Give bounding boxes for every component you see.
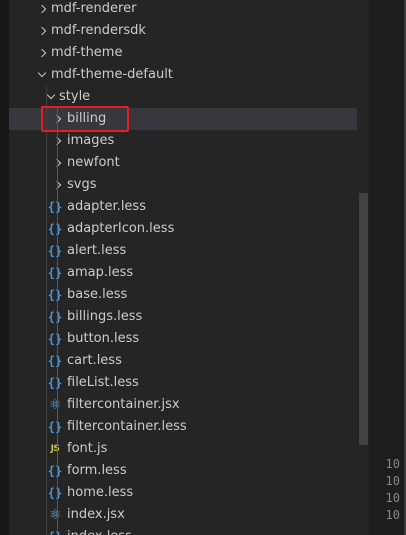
jsx-file-icon: ⚛ — [48, 397, 62, 413]
tree-item-label: base.less — [67, 287, 128, 302]
less-file-icon: {} — [47, 376, 63, 390]
tree-item-label: mdf-rendersdk — [51, 23, 146, 38]
chevron-down-icon[interactable] — [37, 64, 49, 86]
line-number: 10 — [385, 491, 400, 505]
tree-file[interactable]: {} amap.less — [9, 262, 369, 284]
tree-folder-newfont[interactable]: newfont — [9, 152, 369, 174]
tree-file[interactable]: ⚛ filtercontainer.jsx — [9, 394, 369, 416]
less-file-icon: {} — [47, 526, 63, 535]
tree-file[interactable]: ⚛ index.jsx — [9, 504, 369, 526]
less-file-icon: {} — [47, 288, 63, 302]
tree-item-label: fileList.less — [67, 375, 139, 390]
tree-item-label: mdf-theme-default — [51, 67, 173, 82]
tree-folder-mdf-theme-default[interactable]: mdf-theme-default — [9, 64, 369, 86]
editor-gutter: 10 10 10 10 — [369, 0, 406, 535]
tree-folder-svgs[interactable]: svgs — [9, 174, 369, 196]
tree-file[interactable]: {} filtercontainer.less — [9, 416, 369, 438]
tree-file[interactable]: {} home.less — [9, 482, 369, 504]
file-explorer: mdf-renderer mdf-rendersdk mdf-theme mdf-th… — [9, 0, 369, 535]
tree-item-label: home.less — [67, 485, 134, 500]
explorer-scrollbar-thumb[interactable] — [359, 193, 368, 445]
chevron-right-icon[interactable] — [37, 20, 49, 42]
tree-item-label: alert.less — [67, 243, 127, 258]
tree-file[interactable]: JS font.js — [9, 438, 369, 460]
chevron-right-icon[interactable] — [52, 130, 64, 152]
indent-guide-active — [57, 107, 58, 535]
less-file-icon: {} — [47, 310, 63, 324]
tree-file[interactable]: {} button.less — [9, 328, 369, 350]
chevron-right-icon[interactable] — [52, 152, 64, 174]
tree-file[interactable]: {} billings.less — [9, 306, 369, 328]
less-file-icon: {} — [47, 354, 63, 368]
less-file-icon: {} — [47, 244, 63, 258]
tree-item-label: form.less — [67, 463, 127, 478]
tree-file[interactable]: {} alert.less — [9, 240, 369, 262]
file-tree: mdf-renderer mdf-rendersdk mdf-theme mdf-th… — [9, 0, 369, 535]
tree-folder-mdf-renderer[interactable]: mdf-renderer — [9, 0, 369, 20]
tree-item-label: filtercontainer.less — [67, 419, 187, 434]
tree-file[interactable]: {} base.less — [9, 284, 369, 306]
tree-file[interactable]: {} cart.less — [9, 350, 369, 372]
less-file-icon: {} — [47, 266, 63, 280]
tree-item-label: filtercontainer.jsx — [67, 397, 180, 412]
tree-item-label: button.less — [67, 331, 140, 346]
tree-item-label: style — [59, 89, 91, 104]
tree-item-label: cart.less — [67, 353, 122, 368]
tree-item-label: index.less — [67, 526, 132, 535]
tree-item-label: font.js — [67, 441, 108, 456]
tree-item-label: mdf-theme — [51, 45, 123, 60]
tree-item-label: mdf-renderer — [51, 1, 137, 16]
tree-file[interactable]: {} adapterIcon.less — [9, 218, 369, 240]
less-file-icon: {} — [47, 222, 63, 236]
tree-item-label: adapter.less — [67, 199, 146, 214]
tree-file[interactable]: {} form.less — [9, 460, 369, 482]
tree-file[interactable]: {} adapter.less — [9, 196, 369, 218]
js-file-icon: JS — [50, 444, 60, 454]
chevron-right-icon[interactable] — [52, 174, 64, 196]
chevron-right-icon[interactable] — [37, 0, 49, 20]
less-file-icon: {} — [47, 200, 63, 214]
tree-item-label: index.jsx — [67, 507, 125, 522]
tree-item-label: adapterIcon.less — [67, 221, 175, 236]
tree-item-label: amap.less — [67, 265, 134, 280]
tree-folder-mdf-theme[interactable]: mdf-theme — [9, 42, 369, 64]
less-file-icon: {} — [47, 420, 63, 434]
line-number: 10 — [385, 457, 400, 471]
tree-folder-images[interactable]: images — [9, 130, 369, 152]
chevron-right-icon[interactable] — [37, 42, 49, 64]
tree-file[interactable]: {} index.less — [9, 526, 369, 535]
line-number: 10 — [385, 474, 400, 488]
less-file-icon: {} — [47, 332, 63, 346]
tree-item-label: billings.less — [67, 309, 143, 324]
less-file-icon: {} — [47, 486, 63, 500]
tree-folder-mdf-rendersdk[interactable]: mdf-rendersdk — [9, 20, 369, 42]
chevron-down-icon[interactable] — [46, 86, 58, 108]
jsx-file-icon: ⚛ — [48, 507, 62, 523]
tree-folder-style[interactable]: style — [9, 86, 369, 108]
less-file-icon: {} — [47, 464, 63, 478]
tree-item-label: images — [67, 133, 115, 148]
indent-guide — [46, 85, 47, 535]
tree-item-label: newfont — [67, 155, 120, 170]
activity-bar-edge — [0, 0, 9, 535]
tree-file[interactable]: {} fileList.less — [9, 372, 369, 394]
line-number: 10 — [385, 508, 400, 522]
selection-highlight-box — [41, 106, 129, 132]
tree-item-label: svgs — [67, 177, 97, 192]
